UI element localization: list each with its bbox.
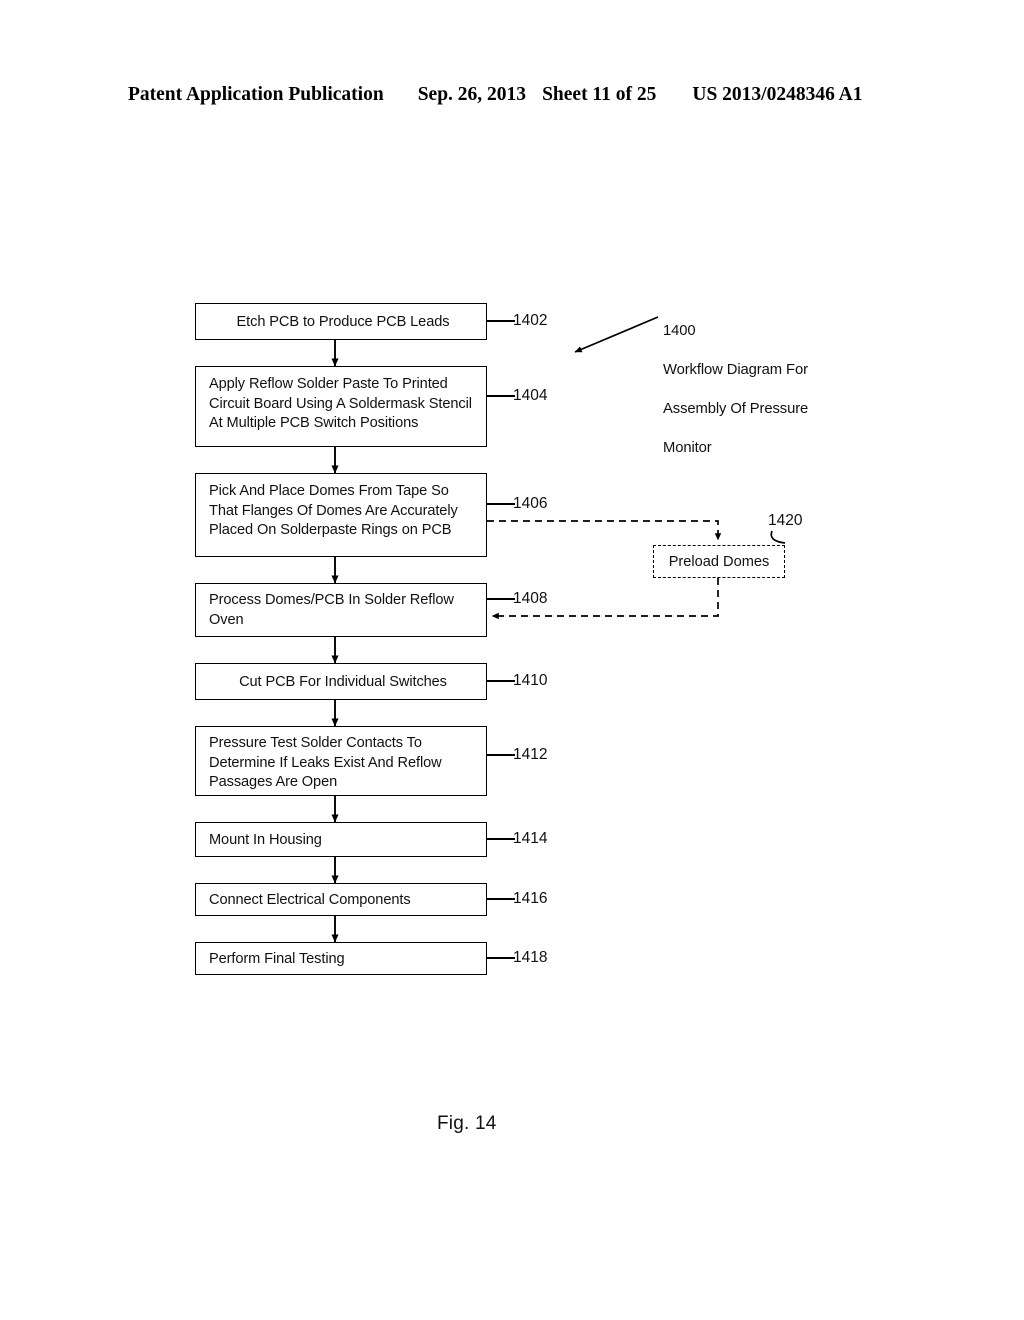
process-box-1404-label: Apply Reflow Solder Paste To Printed Cir… xyxy=(209,376,472,431)
process-box-1406: Pick And Place Domes From Tape So That F… xyxy=(195,473,487,557)
leader-1416 xyxy=(487,898,515,900)
dashed-connector-1406-to-preload xyxy=(487,520,722,541)
process-box-1402-label: Etch PCB to Produce PCB Leads xyxy=(236,314,450,330)
process-box-1416-label: Connect Electrical Components xyxy=(209,892,411,908)
refnum-1416: 1416 xyxy=(513,890,548,907)
process-box-1406-label: Pick And Place Domes From Tape So That F… xyxy=(209,483,458,538)
callout-leader-arrow xyxy=(574,316,659,353)
leader-1418 xyxy=(487,957,515,959)
process-box-1412: Pressure Test Solder Contacts To Determi… xyxy=(195,726,487,796)
flowchart-connectors xyxy=(331,316,786,943)
process-box-1408: Process Domes/PCB In Solder Reflow Oven xyxy=(195,583,487,637)
callout-number: 1400 xyxy=(663,323,696,340)
process-box-1414-label: Mount In Housing xyxy=(209,832,322,848)
leader-1414 xyxy=(487,838,515,840)
refnum-1420: 1420 xyxy=(768,512,803,529)
process-box-1408-label: Process Domes/PCB In Solder Reflow Oven xyxy=(209,592,454,628)
leader-1412 xyxy=(487,754,515,756)
refnum-1410: 1410 xyxy=(513,672,548,689)
process-box-1416: Connect Electrical Components xyxy=(195,883,487,916)
callout-line-2: Assembly Of Pressure xyxy=(663,401,809,418)
refnum-1418: 1418 xyxy=(513,949,548,966)
refnum-1406: 1406 xyxy=(513,495,548,512)
process-box-1402: Etch PCB to Produce PCB Leads xyxy=(195,303,487,340)
process-box-1404: Apply Reflow Solder Paste To Printed Cir… xyxy=(195,366,487,447)
callout-line-3: Monitor xyxy=(663,439,712,456)
process-box-1410-label: Cut PCB For Individual Switches xyxy=(239,674,447,690)
process-box-1410: Cut PCB For Individual Switches xyxy=(195,663,487,700)
refnum-1404: 1404 xyxy=(513,387,548,404)
process-box-1418-label: Perform Final Testing xyxy=(209,951,345,967)
refnum-1408: 1408 xyxy=(513,590,548,607)
leader-1406 xyxy=(487,503,515,505)
leader-1410 xyxy=(487,680,515,682)
optional-process-box-1420-label: Preload Domes xyxy=(668,553,770,570)
process-box-1414: Mount In Housing xyxy=(195,822,487,857)
callout-line-1: Workflow Diagram For xyxy=(663,362,808,379)
optional-process-box-1420: Preload Domes xyxy=(653,545,785,578)
figure-14-flowchart: Etch PCB to Produce PCB Leads 1402 Apply… xyxy=(0,0,1024,1320)
figure-callout-1400: 1400 Workflow Diagram For Assembly Of Pr… xyxy=(663,303,808,478)
figure-caption: Fig. 14 xyxy=(437,1113,497,1134)
process-box-1412-label: Pressure Test Solder Contacts To Determi… xyxy=(209,735,442,790)
refnum-1412: 1412 xyxy=(513,746,548,763)
process-box-1418: Perform Final Testing xyxy=(195,942,487,975)
leader-1408 xyxy=(487,598,515,600)
refnum-1402: 1402 xyxy=(513,312,548,329)
leader-1402 xyxy=(487,320,515,322)
refnum-1414: 1414 xyxy=(513,830,548,847)
refnum-1420-leader xyxy=(770,530,786,544)
leader-1404 xyxy=(487,395,515,397)
